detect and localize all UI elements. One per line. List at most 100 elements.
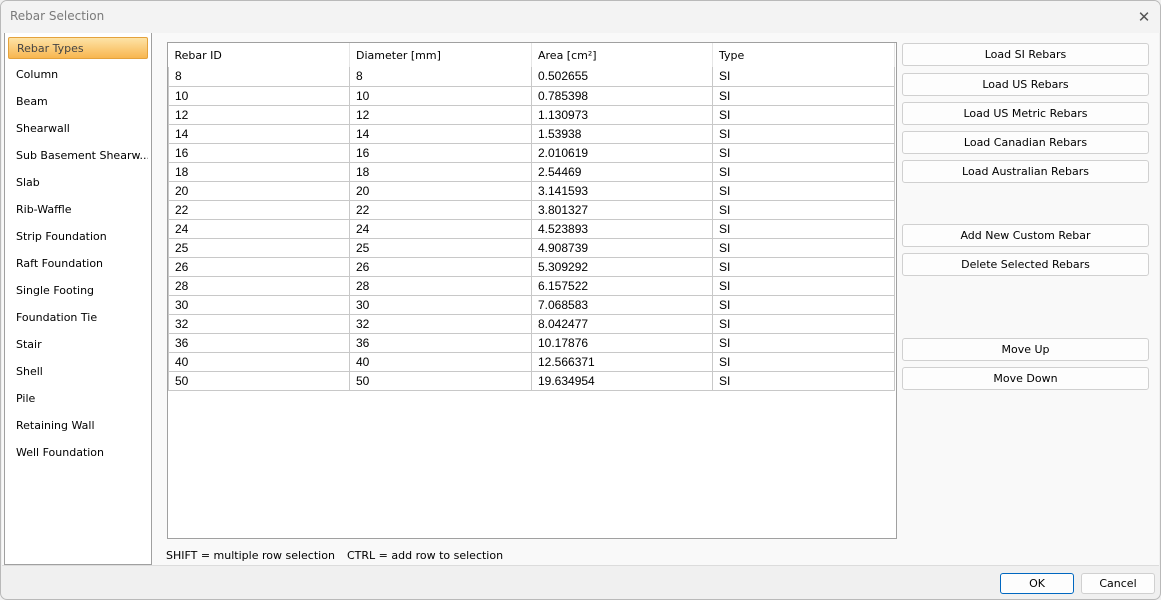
type-cell[interactable]: SI [712, 181, 895, 201]
column-header-area[interactable]: Area [cm²] [531, 43, 713, 67]
table-row[interactable]: 40 40 12.566371 SI [168, 352, 895, 372]
rebar-table[interactable]: Rebar ID Diameter [mm] Area [cm²] Type 8… [167, 42, 897, 539]
column-header-rebar-id[interactable]: Rebar ID [168, 43, 350, 67]
table-row[interactable]: 30 30 7.068583 SI [168, 295, 895, 315]
area-cell[interactable]: 10.17876 [531, 333, 713, 353]
rebar-id-cell[interactable]: 36 [168, 333, 350, 353]
rebar-id-cell[interactable]: 14 [168, 124, 350, 144]
area-cell[interactable]: 4.908739 [531, 238, 713, 258]
table-row[interactable]: 25 25 4.908739 SI [168, 238, 895, 258]
area-cell[interactable]: 0.502655 [531, 67, 713, 87]
move-down-button[interactable]: Move Down [902, 367, 1149, 390]
load-us-rebars-button[interactable]: Load US Rebars [902, 73, 1149, 96]
area-cell[interactable]: 5.309292 [531, 257, 713, 277]
diameter-cell[interactable]: 25 [349, 238, 532, 258]
sidebar-item-strip-foundation[interactable]: Strip Foundation [8, 226, 148, 248]
rebar-id-cell[interactable]: 12 [168, 105, 350, 125]
type-cell[interactable]: SI [712, 257, 895, 277]
load-canadian-rebars-button[interactable]: Load Canadian Rebars [902, 131, 1149, 154]
area-cell[interactable]: 8.042477 [531, 314, 713, 334]
diameter-cell[interactable]: 12 [349, 105, 532, 125]
sidebar-item-slab[interactable]: Slab [8, 172, 148, 194]
table-row[interactable]: 18 18 2.54469 SI [168, 162, 895, 182]
diameter-cell[interactable]: 32 [349, 314, 532, 334]
type-cell[interactable]: SI [712, 352, 895, 372]
sidebar-item-rebar-types[interactable]: Rebar Types [8, 37, 148, 59]
sidebar-item-foundation-tie[interactable]: Foundation Tie [8, 307, 148, 329]
table-row[interactable]: 28 28 6.157522 SI [168, 276, 895, 296]
type-cell[interactable]: SI [712, 295, 895, 315]
sidebar-item-single-footing[interactable]: Single Footing [8, 280, 148, 302]
type-cell[interactable]: SI [712, 276, 895, 296]
type-cell[interactable]: SI [712, 86, 895, 106]
column-header-diameter[interactable]: Diameter [mm] [349, 43, 532, 67]
sidebar-item-rib-waffle[interactable]: Rib-Waffle [8, 199, 148, 221]
close-icon[interactable]: ✕ [1134, 7, 1154, 27]
rebar-id-cell[interactable]: 25 [168, 238, 350, 258]
area-cell[interactable]: 3.141593 [531, 181, 713, 201]
sidebar-item-shell[interactable]: Shell [8, 361, 148, 383]
area-cell[interactable]: 2.010619 [531, 143, 713, 163]
table-row[interactable]: 10 10 0.785398 SI [168, 86, 895, 106]
sidebar-item-sub-basement-shearw[interactable]: Sub Basement Shearw... [8, 145, 148, 167]
rebar-id-cell[interactable]: 50 [168, 371, 350, 391]
diameter-cell[interactable]: 18 [349, 162, 532, 182]
diameter-cell[interactable]: 36 [349, 333, 532, 353]
table-row[interactable]: 8 8 0.502655 SI [168, 67, 895, 87]
diameter-cell[interactable]: 20 [349, 181, 532, 201]
diameter-cell[interactable]: 8 [349, 67, 532, 87]
ok-button[interactable]: OK [1000, 573, 1074, 594]
diameter-cell[interactable]: 14 [349, 124, 532, 144]
type-cell[interactable]: SI [712, 238, 895, 258]
diameter-cell[interactable]: 40 [349, 352, 532, 372]
sidebar-item-pile[interactable]: Pile [8, 388, 148, 410]
sidebar-item-beam[interactable]: Beam [8, 91, 148, 113]
area-cell[interactable]: 12.566371 [531, 352, 713, 372]
type-cell[interactable]: SI [712, 333, 895, 353]
type-cell[interactable]: SI [712, 162, 895, 182]
load-si-rebars-button[interactable]: Load SI Rebars [902, 43, 1149, 66]
move-up-button[interactable]: Move Up [902, 338, 1149, 361]
add-custom-rebar-button[interactable]: Add New Custom Rebar [902, 224, 1149, 247]
rebar-id-cell[interactable]: 22 [168, 200, 350, 220]
area-cell[interactable]: 6.157522 [531, 276, 713, 296]
diameter-cell[interactable]: 24 [349, 219, 532, 239]
type-cell[interactable]: SI [712, 219, 895, 239]
rebar-id-cell[interactable]: 26 [168, 257, 350, 277]
diameter-cell[interactable]: 16 [349, 143, 532, 163]
diameter-cell[interactable]: 22 [349, 200, 532, 220]
sidebar-item-well-foundation[interactable]: Well Foundation [8, 442, 148, 464]
table-row[interactable]: 26 26 5.309292 SI [168, 257, 895, 277]
diameter-cell[interactable]: 26 [349, 257, 532, 277]
type-cell[interactable]: SI [712, 314, 895, 334]
area-cell[interactable]: 0.785398 [531, 86, 713, 106]
load-us-metric-rebars-button[interactable]: Load US Metric Rebars [902, 102, 1149, 125]
area-cell[interactable]: 7.068583 [531, 295, 713, 315]
rebar-id-cell[interactable]: 20 [168, 181, 350, 201]
table-row[interactable]: 36 36 10.17876 SI [168, 333, 895, 353]
sidebar-item-stair[interactable]: Stair [8, 334, 148, 356]
rebar-id-cell[interactable]: 32 [168, 314, 350, 334]
rebar-id-cell[interactable]: 16 [168, 143, 350, 163]
type-cell[interactable]: SI [712, 105, 895, 125]
table-row[interactable]: 16 16 2.010619 SI [168, 143, 895, 163]
sidebar-item-retaining-wall[interactable]: Retaining Wall [8, 415, 148, 437]
rebar-id-cell[interactable]: 18 [168, 162, 350, 182]
area-cell[interactable]: 3.801327 [531, 200, 713, 220]
sidebar-item-shearwall[interactable]: Shearwall [8, 118, 148, 140]
rebar-id-cell[interactable]: 30 [168, 295, 350, 315]
diameter-cell[interactable]: 30 [349, 295, 532, 315]
type-cell[interactable]: SI [712, 124, 895, 144]
table-row[interactable]: 12 12 1.130973 SI [168, 105, 895, 125]
rebar-id-cell[interactable]: 40 [168, 352, 350, 372]
area-cell[interactable]: 1.130973 [531, 105, 713, 125]
table-row[interactable]: 22 22 3.801327 SI [168, 200, 895, 220]
table-row[interactable]: 14 14 1.53938 SI [168, 124, 895, 144]
type-cell[interactable]: SI [712, 143, 895, 163]
cancel-button[interactable]: Cancel [1081, 573, 1155, 594]
rebar-id-cell[interactable]: 24 [168, 219, 350, 239]
diameter-cell[interactable]: 50 [349, 371, 532, 391]
type-cell[interactable]: SI [712, 371, 895, 391]
rebar-id-cell[interactable]: 8 [168, 67, 350, 87]
delete-selected-rebars-button[interactable]: Delete Selected Rebars [902, 253, 1149, 276]
